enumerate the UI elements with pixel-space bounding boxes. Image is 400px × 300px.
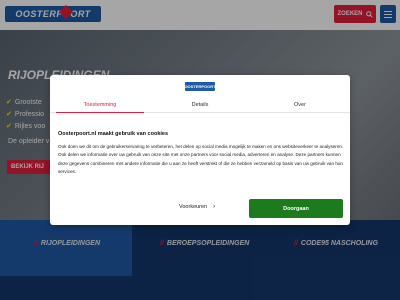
consent-title: Oosterpoort.nl maakt gebruik van cookies	[58, 131, 169, 137]
dialog-logo-text: OOSTERPOORT	[184, 84, 216, 89]
tab-details[interactable]: Details	[150, 97, 250, 112]
cookie-consent-dialog: OOSTERPOORT Toestemming Details Over Oos…	[50, 75, 350, 225]
tab-toestemming[interactable]: Toestemming	[50, 97, 150, 113]
accept-button[interactable]: Doorgaan	[249, 199, 343, 218]
consent-tabs: Toestemming Details Over	[50, 97, 350, 113]
tab-over[interactable]: Over	[250, 97, 350, 112]
consent-body-text: Ook doen we dit om de gebruikerservaring…	[58, 144, 344, 174]
preferences-label: Voorkeuren	[179, 204, 208, 210]
preferences-button[interactable]: Voorkeuren ›	[179, 204, 215, 210]
dialog-logo: OOSTERPOORT	[184, 82, 216, 91]
chevron-right-icon: ›	[213, 204, 216, 210]
